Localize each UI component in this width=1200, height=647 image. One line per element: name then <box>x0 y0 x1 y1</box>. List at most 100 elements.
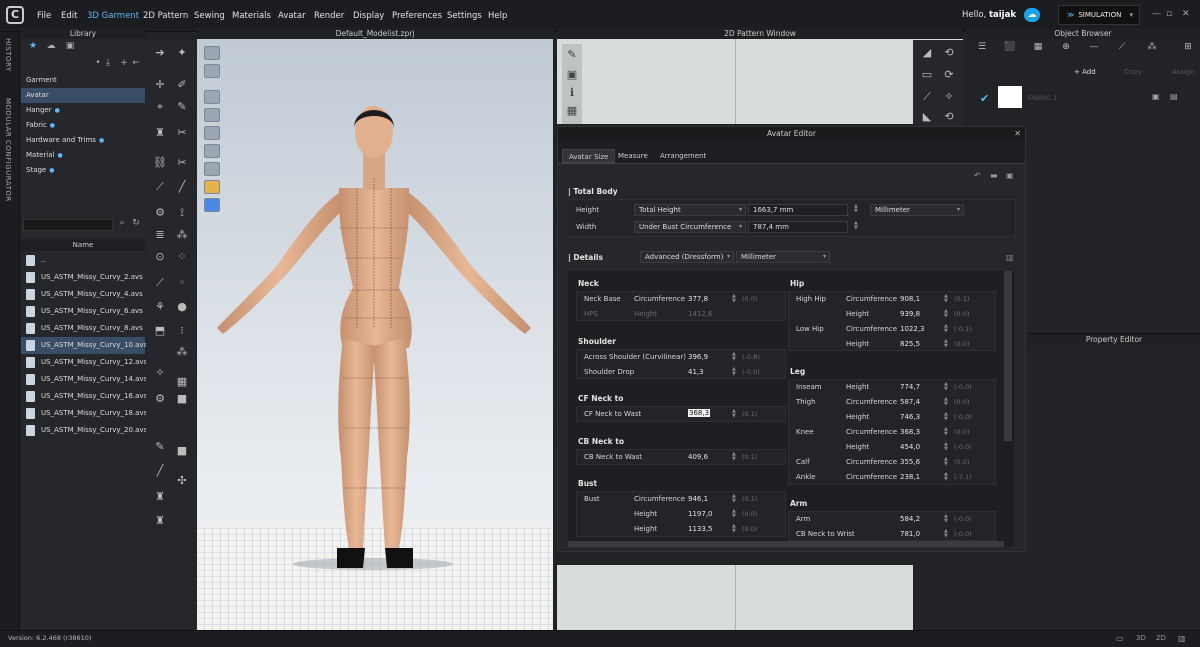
cloud-icon[interactable]: ☁ <box>1024 8 1040 22</box>
measure-value[interactable]: 41,3 <box>688 368 704 376</box>
layout-2d-icon[interactable]: 2D <box>1156 634 1166 642</box>
folder-library-icon[interactable]: ▣ <box>61 41 79 55</box>
stitch-icon[interactable]: ⁝ <box>174 324 190 338</box>
measure-stepper[interactable]: ▲ ▼ <box>944 427 950 437</box>
menu-materials[interactable]: Materials <box>232 11 271 21</box>
curve-icon[interactable]: ⟳ <box>941 68 957 82</box>
elastic-icon[interactable]: ⁂ <box>174 228 190 242</box>
cloud-library-icon[interactable]: ☁ <box>42 41 60 55</box>
fabric-delete-icon[interactable]: ▤ <box>1170 92 1178 101</box>
measure-stepper[interactable]: ▲ ▼ <box>944 382 950 392</box>
favorites-star-icon[interactable]: ★ <box>24 41 42 55</box>
measure-value[interactable]: 781,0 <box>900 530 920 538</box>
height-stepper[interactable]: ▲ ▼ <box>854 204 860 214</box>
trace-icon[interactable]: ◣ <box>919 110 935 124</box>
tack-icon[interactable]: ✐ <box>174 78 190 92</box>
fabric-swatch[interactable] <box>998 86 1022 108</box>
select-arrow-icon[interactable]: ➔ <box>152 46 168 60</box>
topstitch-list-icon[interactable]: — <box>1086 40 1102 54</box>
rotate-icon[interactable]: ⟲ <box>941 46 957 60</box>
measure-value[interactable]: 454,0 <box>900 443 920 451</box>
texture-icon[interactable]: ⚘ <box>152 300 168 314</box>
edit-pattern-icon[interactable]: ✎ <box>174 100 190 114</box>
measure-value[interactable]: 238,1 <box>900 473 920 481</box>
point-icon[interactable]: ◦ <box>174 276 190 290</box>
horizontal-scrollbar[interactable] <box>568 541 1004 547</box>
library-category-material[interactable]: Material ● <box>21 148 145 163</box>
menu-3d-garment[interactable]: 3D Garment <box>87 11 139 21</box>
menu-settings[interactable]: Settings <box>447 11 482 21</box>
garment-icon[interactable]: ♜ <box>152 126 168 140</box>
seam-taping-icon[interactable]: ⚙ <box>152 392 168 406</box>
measure-value[interactable]: 908,1 <box>900 295 920 303</box>
line-icon[interactable]: ╱ <box>174 180 190 194</box>
pattern-grid-icon[interactable]: ▦ <box>564 104 580 118</box>
measure-stepper[interactable]: ▲ ▼ <box>732 409 738 419</box>
globe-icon[interactable]: ● <box>174 300 190 314</box>
info-icon[interactable]: ℹ <box>564 86 580 100</box>
folder-open-icon[interactable]: ▬ <box>990 171 998 180</box>
measure-stepper[interactable]: ▲ ▼ <box>732 524 738 534</box>
fabric-copy-icon[interactable]: ▣ <box>1152 92 1160 101</box>
measure-stepper[interactable]: ▲ ▼ <box>732 509 738 519</box>
library-category-fabric[interactable]: Fabric ● <box>21 118 145 133</box>
button-list-icon[interactable]: ▦ <box>1030 40 1046 54</box>
seam-tape-list-icon[interactable]: ⁂ <box>1144 40 1160 54</box>
refresh-icon[interactable]: ↻ <box>127 218 145 232</box>
library-category-avatar[interactable]: Avatar <box>21 88 145 103</box>
menu-help[interactable]: Help <box>488 11 507 21</box>
back-icon[interactable]: ← <box>127 58 145 72</box>
measure-stepper[interactable]: ▲ ▼ <box>944 324 950 334</box>
move-icon[interactable]: ✣ <box>174 474 190 488</box>
pattern-transform-icon[interactable]: ▣ <box>564 68 580 82</box>
pattern-window[interactable]: 2D Pattern Window <box>557 28 963 124</box>
measure-stepper[interactable]: ▲ ▼ <box>944 442 950 452</box>
measure-stepper[interactable]: ▲ ▼ <box>944 339 950 349</box>
measure-value[interactable]: 946,1 <box>688 495 708 503</box>
checkmark-icon[interactable]: ✔ <box>980 92 989 105</box>
square-tool-icon[interactable]: ■ <box>174 444 190 458</box>
library-category-hanger[interactable]: Hanger ● <box>21 103 145 118</box>
tab-avatar-size[interactable]: Avatar Size <box>562 149 616 163</box>
details-unit-select[interactable]: Millimeter ▾ <box>736 251 830 263</box>
file-item[interactable]: US_ASTM_Missy_Curvy_18.avs <box>21 405 147 422</box>
measure-icon[interactable]: ⟟ <box>174 206 190 220</box>
sewing-icon[interactable]: ⛓ <box>152 156 168 170</box>
measure-value[interactable]: 368,3 <box>900 428 920 436</box>
measure-value[interactable]: 825,5 <box>900 340 920 348</box>
unit-select[interactable]: Millimeter ▾ <box>870 204 964 216</box>
measure-stepper[interactable]: ▲ ▼ <box>732 367 738 377</box>
layout-3d-icon[interactable]: 3D <box>1136 634 1146 642</box>
3d-viewport[interactable]: Default_Modelist.zprj <box>197 28 553 630</box>
tab-arrangement[interactable]: Arrangement <box>654 149 712 163</box>
list-icon[interactable]: ☰ <box>974 40 990 54</box>
measure-value[interactable]: 396,9 <box>688 353 708 361</box>
layout-split-icon[interactable]: ▥ <box>1178 634 1186 643</box>
save-icon[interactable]: ▣ <box>1006 171 1014 180</box>
measure-value-active[interactable]: 368,3 <box>688 409 711 417</box>
measure-stepper[interactable]: ▲ ▼ <box>732 352 738 362</box>
tab-history[interactable]: HISTORY <box>4 38 12 72</box>
measure-value[interactable]: 355,6 <box>900 458 920 466</box>
file-item[interactable]: US_ASTM_Missy_Curvy_2.avs <box>21 269 145 286</box>
measure-value[interactable]: 774,7 <box>900 383 920 391</box>
fold-icon[interactable]: ✂ <box>174 126 190 140</box>
edit-sewing-icon[interactable]: ✎ <box>152 440 168 454</box>
reset-icon[interactable]: ↶ <box>974 171 981 180</box>
file-item-parent[interactable]: .. <box>21 252 145 269</box>
library-category-hardware[interactable]: Hardware and Trims ● <box>21 133 145 148</box>
width-type-select[interactable]: Under Bust Circumference ▾ <box>634 221 746 233</box>
menu-display[interactable]: Display <box>353 11 384 21</box>
measure-value[interactable]: 587,4 <box>900 398 920 406</box>
layout-single-icon[interactable]: ▭ <box>1116 634 1124 643</box>
transform-icon[interactable]: ✛ <box>152 78 168 92</box>
library-search-input[interactable] <box>23 219 113 231</box>
menu-2d-pattern[interactable]: 2D Pattern <box>143 11 188 21</box>
library-category-garment[interactable]: Garment <box>21 73 145 88</box>
measure-value[interactable]: 746,3 <box>900 413 920 421</box>
button-tool-icon[interactable]: ⊙ <box>152 250 168 264</box>
details-mode-select[interactable]: Advanced (Dressform) ▾ <box>640 251 734 263</box>
segment-sewing-icon[interactable]: ⟲ <box>941 110 957 124</box>
file-item-selected[interactable]: US_ASTM_Missy_Curvy_10.avs <box>21 337 147 354</box>
buttonhole-icon[interactable]: ⁘ <box>174 250 190 264</box>
